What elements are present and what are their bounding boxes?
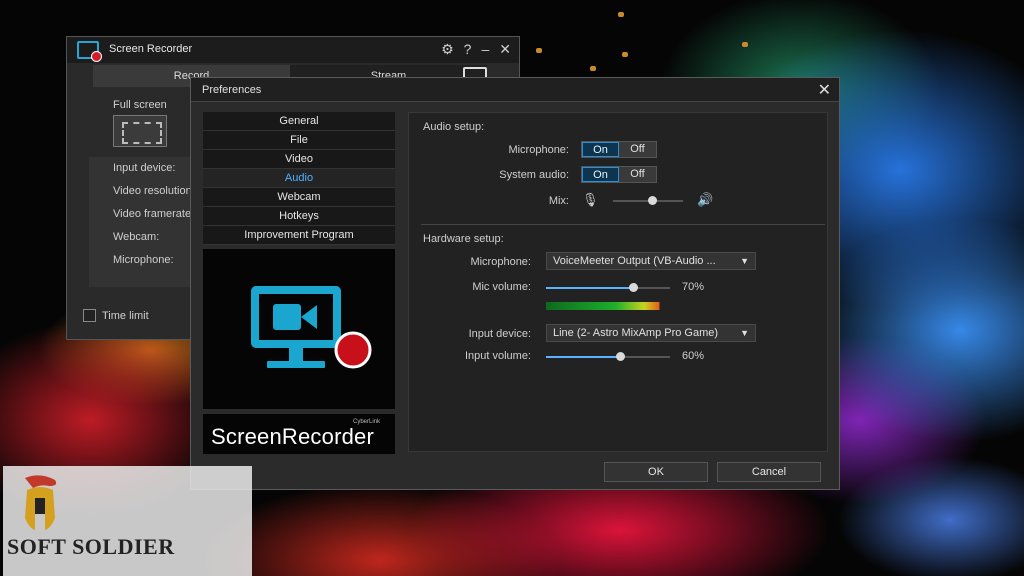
settings-icon[interactable]: ⚙ bbox=[441, 41, 454, 58]
system-audio-toggle: On Off bbox=[581, 166, 657, 183]
background-speck bbox=[590, 66, 596, 71]
hardware-setup-title: Hardware setup: bbox=[423, 233, 504, 245]
nav-video[interactable]: Video bbox=[203, 150, 395, 169]
section-divider bbox=[421, 224, 825, 225]
nav-file[interactable]: File bbox=[203, 131, 395, 150]
mic-volume-slider[interactable] bbox=[546, 283, 670, 292]
window-title: Screen Recorder bbox=[109, 43, 193, 55]
dialog-title: Preferences bbox=[202, 84, 262, 96]
microphone-label: Microphone: bbox=[508, 144, 569, 156]
brand-product-name: ScreenRecorder bbox=[211, 424, 374, 449]
microphone-off-button[interactable]: Off bbox=[619, 142, 656, 157]
app-logo-icon bbox=[77, 41, 102, 62]
mic-volume-knob[interactable] bbox=[628, 283, 638, 292]
mic-volume-fill bbox=[546, 287, 633, 289]
mix-slider-knob[interactable] bbox=[647, 196, 657, 205]
input-device-select-value: Line (2- Astro MixAmp Pro Game) bbox=[553, 327, 719, 339]
mic-level-meter bbox=[546, 302, 672, 310]
microphone-on-button[interactable]: On bbox=[582, 142, 619, 157]
nav-webcam[interactable]: Webcam bbox=[203, 188, 395, 207]
audio-settings-panel: Audio setup: Microphone: On Off System a… bbox=[408, 112, 828, 452]
time-limit-checkbox[interactable] bbox=[83, 309, 96, 322]
help-icon[interactable]: ? bbox=[464, 41, 472, 58]
preferences-nav: General File Video Audio Webcam Hotkeys … bbox=[203, 112, 395, 245]
spartan-helmet-icon bbox=[25, 475, 57, 530]
watermark-text: SOFT SOLDIER bbox=[7, 534, 175, 559]
background-speck bbox=[536, 48, 542, 53]
info-microphone: Microphone: bbox=[113, 254, 174, 266]
minimize-icon[interactable]: – bbox=[481, 41, 489, 58]
input-volume-fill bbox=[546, 356, 621, 358]
window-controls: ⚙ ? – ✕ bbox=[441, 41, 511, 58]
microphone-toggle: On Off bbox=[581, 141, 657, 158]
close-icon[interactable]: ✕ bbox=[818, 80, 831, 100]
background-speck bbox=[618, 12, 624, 17]
input-device-select[interactable]: Line (2- Astro MixAmp Pro Game) ▼ bbox=[546, 324, 756, 342]
background-speck bbox=[622, 52, 628, 57]
system-audio-off-button[interactable]: Off bbox=[619, 167, 656, 182]
mix-label: Mix: bbox=[548, 195, 569, 207]
mix-slider[interactable] bbox=[613, 196, 683, 205]
speaker-icon: 🔊 bbox=[697, 192, 714, 207]
dialog-titlebar: Preferences ✕ bbox=[191, 78, 839, 102]
preferences-dialog: Preferences ✕ General File Video Audio W… bbox=[190, 77, 840, 490]
input-device-label: Input device: bbox=[468, 328, 531, 340]
system-audio-label: System audio: bbox=[499, 169, 569, 181]
time-limit-option[interactable]: Time limit bbox=[83, 309, 149, 322]
nav-hotkeys[interactable]: Hotkeys bbox=[203, 207, 395, 226]
chevron-down-icon: ▼ bbox=[740, 328, 749, 338]
microphone-select[interactable]: VoiceMeeter Output (VB-Audio ... ▼ bbox=[546, 252, 756, 270]
cancel-button[interactable]: Cancel bbox=[717, 462, 821, 482]
brand-panel: CyberLink ScreenRecorder bbox=[203, 414, 395, 454]
input-volume-knob[interactable] bbox=[616, 352, 626, 361]
product-logo bbox=[203, 249, 395, 409]
background-speck bbox=[742, 42, 748, 47]
nav-audio[interactable]: Audio bbox=[203, 169, 395, 188]
info-video-resolution: Video resolution: bbox=[113, 185, 195, 197]
fullscreen-label: Full screen bbox=[113, 99, 167, 111]
input-volume-value: 60% bbox=[682, 350, 705, 362]
recording-info-panel: Input device: Video resolution: Video fr… bbox=[89, 157, 199, 287]
microphone-select-value: VoiceMeeter Output (VB-Audio ... bbox=[553, 255, 716, 267]
chevron-down-icon: ▼ bbox=[740, 256, 749, 266]
system-audio-on-button[interactable]: On bbox=[582, 167, 619, 182]
window-titlebar: Screen Recorder ⚙ ? – ✕ bbox=[67, 37, 519, 63]
time-limit-label: Time limit bbox=[102, 309, 149, 322]
close-icon[interactable]: ✕ bbox=[499, 41, 511, 58]
info-webcam: Webcam: bbox=[113, 231, 160, 243]
screen-recorder-logo-icon bbox=[251, 286, 372, 369]
info-video-framerate: Video framerate: bbox=[113, 208, 195, 220]
nav-general[interactable]: General bbox=[203, 112, 395, 131]
input-volume-slider[interactable] bbox=[546, 352, 670, 361]
microphone-icon: 🎙 bbox=[582, 192, 599, 207]
ok-button[interactable]: OK bbox=[604, 462, 708, 482]
mic-volume-value: 70% bbox=[682, 281, 705, 293]
mic-volume-label: Mic volume: bbox=[472, 281, 531, 293]
hw-microphone-label: Microphone: bbox=[470, 256, 531, 268]
watermark: SOFT SOLDIER bbox=[3, 466, 252, 576]
nav-improvement-program[interactable]: Improvement Program bbox=[203, 226, 395, 245]
input-volume-label: Input volume: bbox=[464, 350, 531, 362]
audio-setup-title: Audio setup: bbox=[423, 121, 485, 133]
fullscreen-button[interactable] bbox=[113, 115, 167, 147]
info-input-device: Input device: bbox=[113, 162, 176, 174]
